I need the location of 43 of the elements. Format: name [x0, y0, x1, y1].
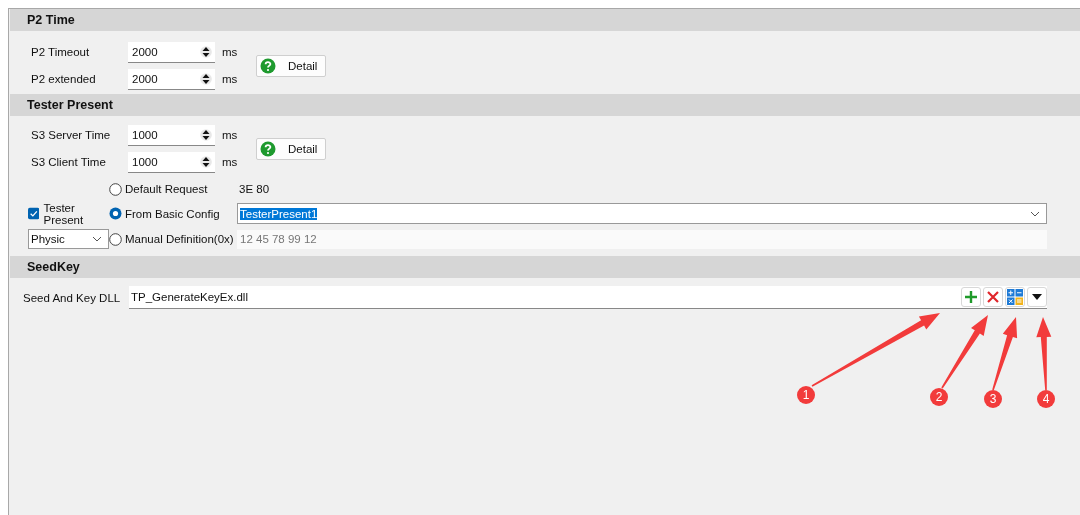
close-icon	[986, 290, 1000, 304]
field-label: S3 Server Time	[31, 129, 112, 141]
field-label: S3 Client Time	[31, 156, 107, 168]
checkbox[interactable]: Tester Present	[28, 201, 109, 226]
help-icon	[260, 57, 276, 74]
dropdown-button[interactable]	[1027, 287, 1047, 307]
unit-label: ms	[222, 46, 239, 58]
section-header: P2 Time	[10, 9, 1080, 31]
spin-arrows-icon	[200, 154, 212, 169]
radio-option[interactable]: Manual Definition(0x)	[109, 232, 234, 246]
unit-label: ms	[222, 73, 239, 85]
field-label: P2 Timeout	[31, 46, 91, 58]
spin-arrows-icon	[200, 71, 212, 86]
calculator-icon	[1007, 289, 1023, 305]
number-field[interactable]: 2000	[128, 41, 215, 63]
chevron-down-icon	[1030, 210, 1040, 217]
section-header: Tester Present	[10, 94, 1080, 116]
config-dropdown[interactable]: TesterPresent1	[237, 203, 1047, 224]
hex-input-field[interactable]: 12 45 78 99 12	[237, 229, 1047, 249]
number-field[interactable]: 1000	[128, 124, 215, 146]
triangle-down-icon	[1032, 294, 1042, 300]
dll-path-field[interactable]: TP_GenerateKeyEx.dll	[131, 291, 248, 303]
request-bytes: 3E 80	[238, 183, 270, 195]
radio-option[interactable]: Default Request	[109, 182, 208, 196]
unit-label: ms	[222, 156, 239, 168]
addressing-dropdown[interactable]: Physic	[28, 229, 109, 249]
plus-icon	[964, 290, 978, 304]
number-field[interactable]: 2000	[128, 68, 215, 90]
help-icon	[260, 140, 276, 157]
number-field[interactable]: 1000	[128, 151, 215, 173]
chevron-down-icon	[92, 236, 102, 242]
detail-button[interactable]: Detail	[256, 137, 326, 160]
radio-option[interactable]: From Basic Config	[109, 207, 220, 220]
spin-arrows-icon	[200, 44, 212, 59]
unit-label: ms	[222, 129, 239, 141]
delete-button[interactable]	[983, 287, 1003, 307]
calculator-button[interactable]	[1005, 287, 1025, 307]
detail-button[interactable]: Detail	[256, 54, 326, 77]
field-label: P2 extended	[31, 73, 97, 85]
spin-arrows-icon	[200, 127, 212, 142]
add-button[interactable]	[961, 287, 981, 307]
field-label: Seed And Key DLL	[23, 291, 122, 304]
section-header: SeedKey	[10, 256, 1080, 278]
